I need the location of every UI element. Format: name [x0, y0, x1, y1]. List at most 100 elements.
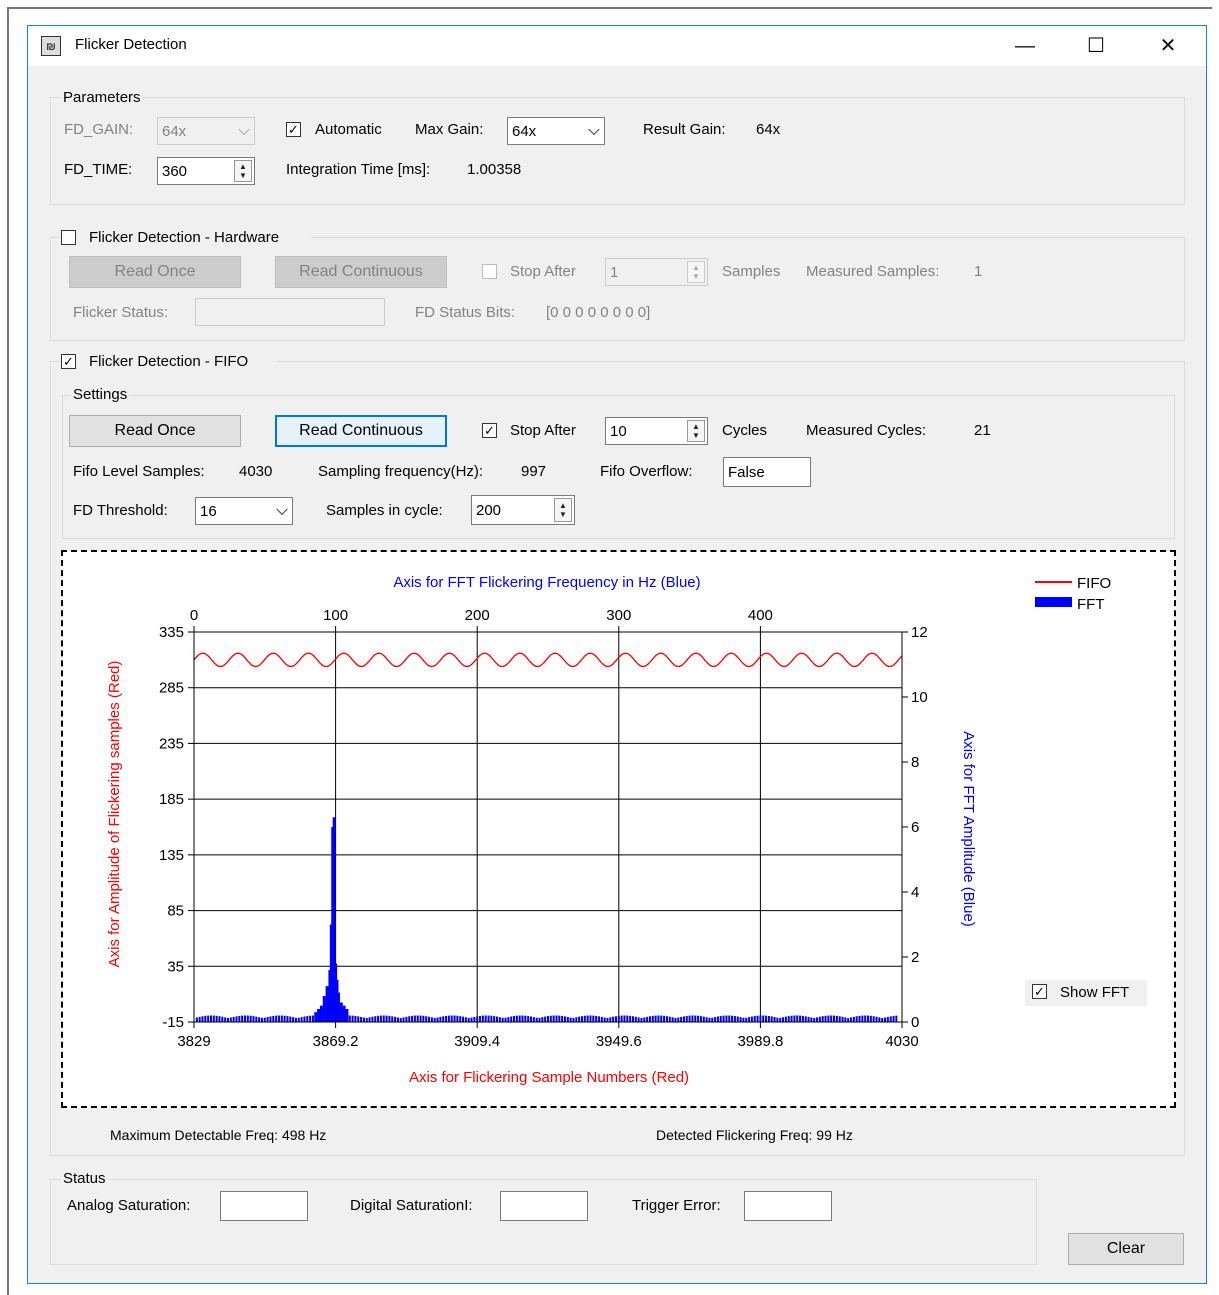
fft-bar: [311, 1015, 314, 1022]
fft-bar: [368, 1017, 371, 1022]
fft-bar: [575, 1017, 578, 1022]
measured-cycles-value: 21: [974, 422, 991, 439]
y-left-tick-label: 85: [167, 903, 184, 920]
fft-bar: [476, 1016, 479, 1022]
fft-bar: [425, 1016, 428, 1022]
fft-bar: [300, 1017, 303, 1022]
hardware-read-once-button[interactable]: Read Once: [69, 256, 241, 288]
close-button[interactable]: ✕: [1145, 28, 1191, 64]
fft-bar: [243, 1015, 246, 1022]
fft-bar: [362, 1017, 365, 1022]
maximize-button[interactable]: ☐: [1073, 28, 1119, 64]
fft-bar: [255, 1016, 258, 1022]
fft-bar: [453, 1015, 456, 1022]
fft-bar: [626, 1015, 629, 1022]
fft-bar: [456, 1015, 459, 1022]
fft-bar: [716, 1016, 719, 1022]
fft-peak-bar: [314, 1012, 318, 1022]
fft-bar: [742, 1017, 745, 1022]
fifo-stop-after-spinner[interactable]: 10 ▲ ▼: [605, 417, 708, 445]
max-gain-combo[interactable]: 64x: [507, 117, 605, 145]
fft-bar: [382, 1015, 385, 1022]
x-top-tick-label: 0: [190, 607, 198, 624]
fft-bar: [309, 1015, 312, 1022]
hardware-stop-after-spinner[interactable]: 1 ▲ ▼: [605, 258, 708, 286]
fd-status-bits-value: [0 0 0 0 0 0 0 0]: [546, 304, 651, 321]
fft-bar: [481, 1015, 484, 1022]
fifo-read-once-button[interactable]: Read Once: [69, 415, 241, 447]
hardware-enable-checkbox[interactable]: [61, 230, 76, 245]
app-icon: ₪: [41, 36, 61, 56]
fft-bar: [657, 1015, 660, 1022]
trigger-error-field[interactable]: [744, 1191, 832, 1221]
fft-bar: [510, 1016, 513, 1022]
flicker-chart: 335 285 235 185 135 85 35 -15 3829 3869.2 3909.4 39…: [106, 567, 1140, 1086]
minimize-button[interactable]: —: [1002, 28, 1048, 64]
detected-flickering-freq: Detected Flickering Freq: 99 Hz: [656, 1127, 853, 1143]
fft-bar: [405, 1016, 408, 1022]
fft-bar: [297, 1017, 300, 1022]
fft-bar: [493, 1016, 496, 1022]
fd-time-spinner[interactable]: 360 ▲ ▼: [157, 157, 255, 185]
fifo-stop-after-checkbox[interactable]: ✓: [482, 423, 497, 438]
fft-bar: [561, 1015, 564, 1022]
fft-bar: [464, 1017, 467, 1022]
fft-peak-bar: [322, 996, 326, 1022]
spinner-arrows-icon[interactable]: ▲ ▼: [687, 261, 705, 283]
fft-bar: [249, 1015, 252, 1022]
fft-bar: [549, 1015, 552, 1022]
fft-bar: [801, 1015, 804, 1022]
fft-bar: [784, 1016, 787, 1022]
fft-bar: [238, 1015, 241, 1022]
fft-bar: [589, 1015, 592, 1022]
flicker-status-field[interactable]: [195, 298, 385, 326]
hardware-stop-after-label: Stop After: [510, 263, 576, 280]
fft-bar: [810, 1017, 813, 1022]
samples-in-cycle-spinner[interactable]: 200 ▲ ▼: [471, 495, 575, 525]
fft-bar: [835, 1015, 838, 1022]
fft-bar: [439, 1016, 442, 1022]
fft-peak-bar: [317, 1009, 321, 1022]
fifo-read-continuous-button[interactable]: Read Continuous: [275, 415, 447, 447]
result-gain-value: 64x: [756, 121, 781, 138]
fft-bar: [507, 1017, 510, 1022]
y-right-axis-title: Axis for FFT Amplitude (Blue): [960, 731, 977, 927]
fifo-overflow-field[interactable]: False: [723, 457, 811, 487]
fft-bar: [770, 1016, 773, 1022]
fd-time-label: FD_TIME:: [64, 161, 133, 178]
fft-bar: [719, 1016, 722, 1022]
fifo-enable-checkbox[interactable]: ✓: [61, 354, 76, 369]
result-gain-label: Result Gain:: [643, 121, 726, 138]
analog-saturation-field[interactable]: [220, 1191, 308, 1221]
fft-bar: [779, 1017, 782, 1022]
spinner-arrows-icon[interactable]: ▲ ▼: [554, 498, 572, 522]
fft-bar: [861, 1015, 864, 1022]
measured-samples-value: 1: [974, 263, 983, 280]
fft-bar: [396, 1017, 399, 1022]
fd-gain-combo[interactable]: 64x: [157, 117, 255, 145]
hardware-stop-after-checkbox[interactable]: [482, 264, 497, 279]
fft-bar: [445, 1015, 448, 1022]
outer-border-top: [7, 7, 1212, 9]
clear-button[interactable]: Clear: [1068, 1233, 1184, 1265]
spinner-arrows-icon[interactable]: ▲ ▼: [687, 420, 705, 442]
fft-bar: [600, 1016, 603, 1022]
fft-bar: [756, 1015, 759, 1022]
fft-bar: [651, 1015, 654, 1022]
status-legend: Status: [61, 1170, 108, 1187]
fft-bar: [422, 1015, 425, 1022]
hardware-read-continuous-button[interactable]: Read Continuous: [275, 256, 447, 288]
spinner-arrows-icon[interactable]: ▲ ▼: [234, 160, 252, 182]
fft-bar: [547, 1016, 549, 1022]
show-fft-checkbox[interactable]: ✓: [1032, 984, 1047, 999]
automatic-checkbox[interactable]: ✓: [286, 122, 301, 137]
fft-bar: [708, 1017, 711, 1022]
fft-bar: [430, 1017, 433, 1022]
x-top-tick-label: 400: [748, 607, 773, 624]
fft-bar: [816, 1017, 819, 1022]
digital-saturation-field[interactable]: [500, 1191, 588, 1221]
fft-bar: [665, 1016, 668, 1022]
fft-bar: [886, 1016, 889, 1022]
fft-bar: [583, 1015, 586, 1022]
fd-threshold-combo[interactable]: 16: [195, 497, 293, 525]
